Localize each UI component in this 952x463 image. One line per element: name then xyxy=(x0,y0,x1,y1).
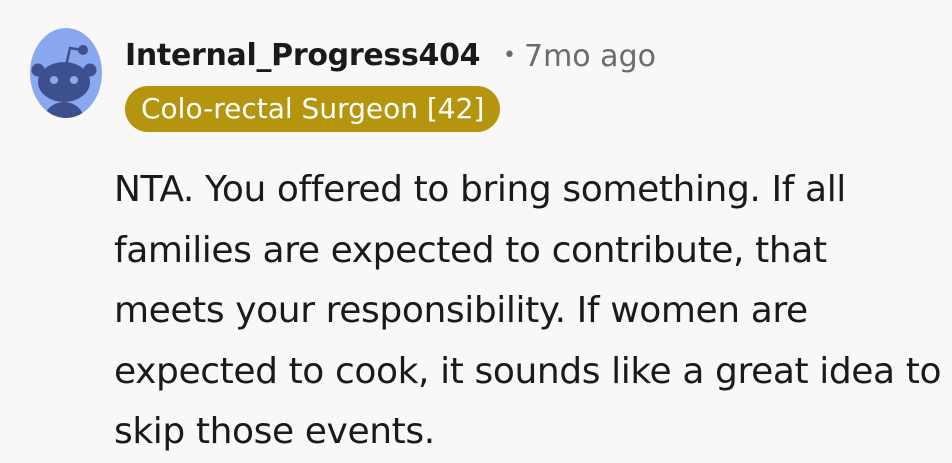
timestamp-link[interactable]: 7mo ago xyxy=(524,39,656,74)
comment: Internal_Progress404 • 7mo ago Colo-recta… xyxy=(0,0,952,462)
user-flair-badge: Colo-rectal Surgeon [42] xyxy=(125,86,501,132)
comment-body: NTA. You offered to bring something. If … xyxy=(114,169,942,452)
snoo-avatar-icon xyxy=(30,28,102,118)
username-link[interactable]: Internal_Progress404 xyxy=(125,36,481,76)
user-avatar[interactable] xyxy=(30,28,102,118)
meta-separator: • xyxy=(503,43,516,68)
comment-meta: • 7mo ago xyxy=(503,36,656,77)
